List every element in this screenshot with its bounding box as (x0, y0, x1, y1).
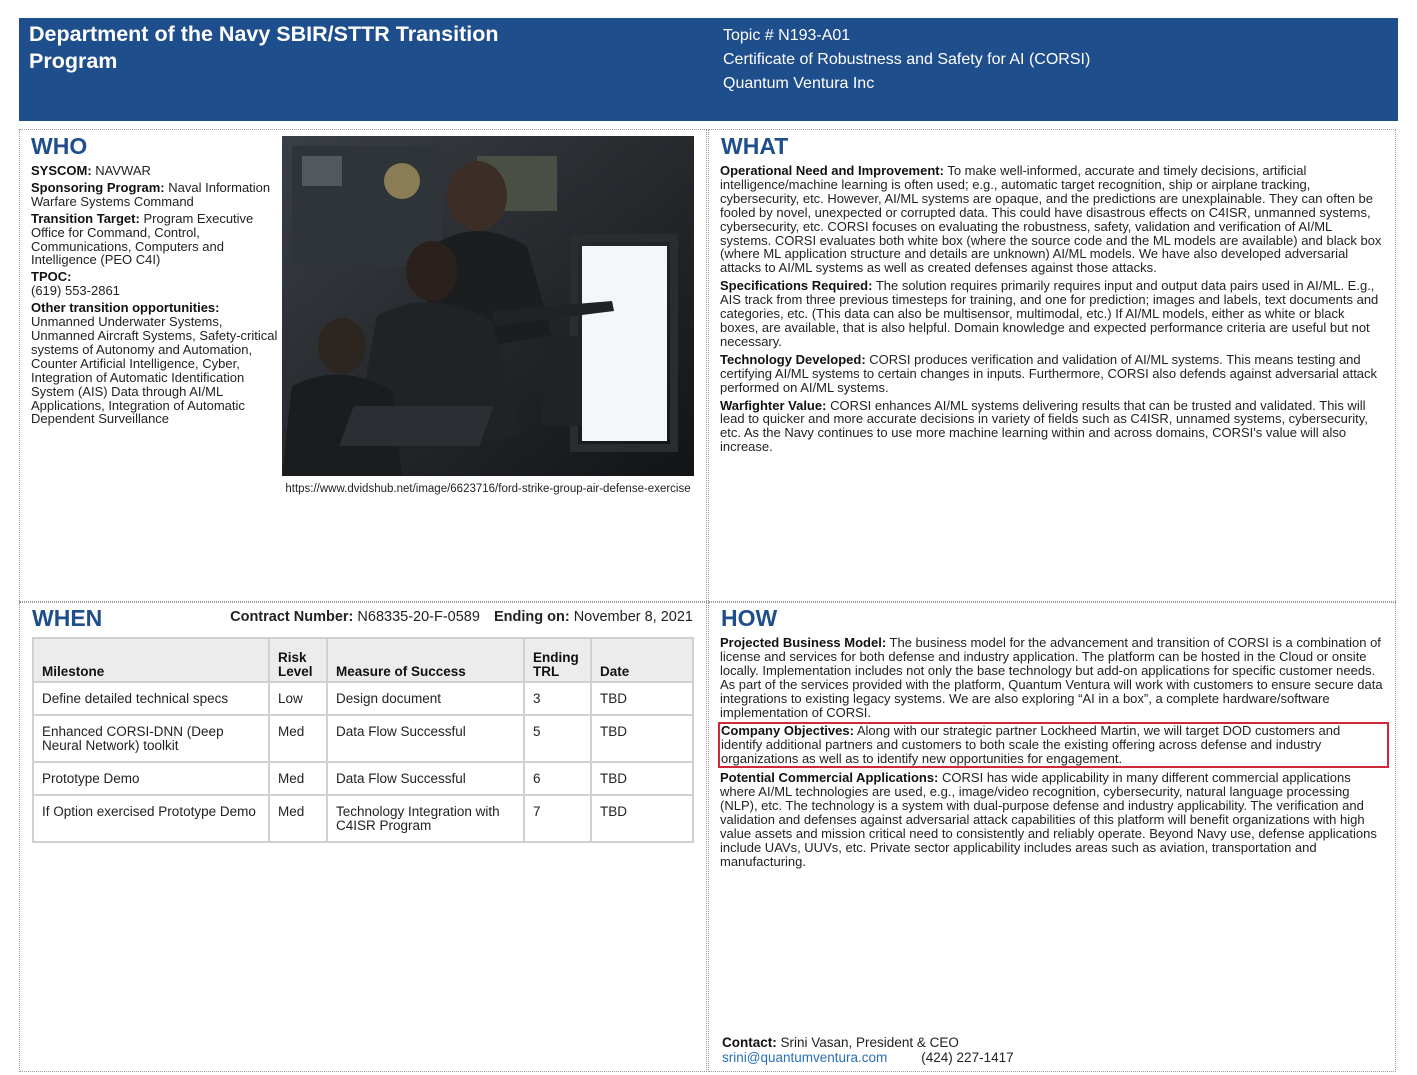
project-title: Certificate of Robustness and Safety for… (723, 51, 1091, 68)
what-title: WHAT (721, 133, 789, 159)
milestone-cell: If Option exercised Prototype Demo (32, 794, 270, 843)
warfighter-label: Warfighter Value: (720, 397, 827, 413)
when-section: WHEN Contract Number: N68335-20-F-0589 E… (19, 601, 707, 1072)
trl-cell: 6 (523, 761, 592, 796)
measure-cell: Data Flow Successful (326, 761, 525, 796)
business-model-label: Projected Business Model: (720, 635, 887, 650)
operational-need-label: Operational Need and Improvement: (720, 163, 944, 178)
table-row: Enhanced CORSI-DNN (Deep Neural Network)… (32, 714, 694, 763)
syscom-row: SYSCOM: NAVWAR (31, 164, 281, 178)
operational-need-text: To make well-informed, accurate and time… (720, 163, 1382, 276)
when-title: WHEN (32, 605, 103, 631)
transition-row: Transition Target: Program Executive Off… (31, 210, 281, 268)
column-header: Milestone (32, 637, 270, 683)
date-cell: TBD (590, 794, 694, 843)
commercial-applications: Potential Commercial Applications: CORSI… (720, 771, 1384, 868)
business-model: Projected Business Model: The business m… (720, 636, 1384, 719)
contact-phone: (424) 227-1417 (921, 1050, 1014, 1065)
sailors-photo (282, 136, 694, 476)
contract-number: N68335-20-F-0589 (357, 609, 480, 625)
milestone-table: Milestone Risk Level Measure of Success … (32, 637, 694, 843)
column-header: Measure of Success (326, 637, 525, 683)
ending-date: November 8, 2021 (573, 609, 693, 625)
syscom-value: NAVWAR (95, 163, 151, 178)
who-details: SYSCOM: NAVWAR Sponsoring Program: Naval… (31, 164, 281, 429)
milestone-header-row: Milestone Risk Level Measure of Success … (32, 637, 694, 683)
topic-block: Topic # N193-A01 Certificate of Robustne… (723, 24, 1090, 96)
measure-cell: Design document (326, 681, 525, 716)
contact-label: Contact: (722, 1035, 777, 1050)
operational-need: Operational Need and Improvement: To mak… (720, 164, 1382, 275)
measure-cell: Data Flow Successful (326, 714, 525, 763)
company-name: Quantum Ventura Inc (723, 75, 875, 92)
contact-block: Contact: Srini Vasan, President & CEO sr… (722, 1035, 1014, 1065)
trl-cell: 5 (523, 714, 592, 763)
who-section: WHO SYSCOM: NAVWAR Sponsoring Program: N… (19, 129, 707, 603)
commercial-applications-label: Potential Commercial Applications: (720, 770, 939, 786)
other-opps-row: Other transition opportunities: Unmanned … (31, 301, 281, 426)
contact-email-link[interactable]: srini@quantumventura.com (722, 1050, 887, 1065)
other-opps-label: Other transition opportunities: (31, 300, 220, 316)
trl-cell: 3 (523, 681, 592, 716)
risk-cell: Med (268, 761, 328, 796)
specifications-label: Specifications Required: (720, 278, 873, 294)
transition-label: Transition Target: (31, 210, 140, 226)
what-section: WHAT Operational Need and Improvement: T… (708, 129, 1396, 603)
ending-label: Ending on: (493, 609, 570, 625)
what-details: Operational Need and Improvement: To mak… (720, 164, 1382, 458)
contract-label: Contract Number: (230, 609, 354, 625)
sponsoring-row: Sponsoring Program: Naval Information Wa… (31, 179, 281, 209)
header-banner: Department of the Navy SBIR/STTR Transit… (19, 18, 1398, 121)
tpoc-label: TPOC: (31, 269, 72, 285)
specifications-required: Specifications Required: The solution re… (720, 279, 1382, 349)
risk-cell: Low (268, 681, 328, 716)
sponsoring-label: Sponsoring Program: (31, 179, 165, 195)
syscom-label: SYSCOM: (31, 163, 92, 178)
column-header: Ending TRL (523, 637, 592, 683)
warfighter-value: Warfighter Value: CORSI enhances AI/ML s… (720, 397, 1382, 455)
table-row: If Option exercised Prototype Demo Med T… (32, 794, 694, 843)
risk-cell: Med (268, 714, 328, 763)
measure-cell: Technology Integration with C4ISR Progra… (326, 794, 525, 843)
company-objectives-label: Company Objectives: (721, 723, 854, 739)
contact-name: Srini Vasan, President & CEO (780, 1035, 959, 1050)
column-header: Date (590, 637, 694, 683)
other-opps-value: Unmanned Underwater Systems, Unmanned Ai… (31, 314, 278, 427)
date-cell: TBD (590, 681, 694, 716)
table-row: Prototype Demo Med Data Flow Successful … (32, 761, 694, 796)
date-cell: TBD (590, 714, 694, 763)
photo-caption: https://www.dvidshub.net/image/6623716/f… (285, 483, 691, 495)
tpoc-value: (619) 553-2861 (31, 283, 120, 299)
who-title: WHO (31, 133, 88, 159)
how-section: HOW Projected Business Model: The busine… (708, 601, 1396, 1072)
table-row: Define detailed technical specs Low Desi… (32, 681, 694, 716)
trl-cell: 7 (523, 794, 592, 843)
how-details: Projected Business Model: The business m… (718, 636, 1389, 872)
tpoc-row: TPOC: (619) 553-2861 (31, 270, 281, 298)
risk-cell: Med (268, 794, 328, 843)
contract-info: Contract Number: N68335-20-F-0589 Ending… (230, 609, 693, 625)
milestone-cell: Enhanced CORSI-DNN (Deep Neural Network)… (32, 714, 270, 763)
how-title: HOW (721, 605, 778, 631)
date-cell: TBD (590, 761, 694, 796)
commercial-applications-text: CORSI has wide applicability in many dif… (720, 770, 1377, 869)
company-objectives-highlight: Company Objectives: Along with our strat… (718, 722, 1389, 769)
column-header: Risk Level (268, 637, 328, 683)
topic-number: Topic # N193-A01 (723, 27, 851, 44)
milestone-cell: Define detailed technical specs (32, 681, 270, 716)
technology-label: Technology Developed: (720, 351, 866, 367)
technology-developed: Technology Developed: CORSI produces ver… (720, 351, 1382, 395)
program-title: Department of the Navy SBIR/STTR Transit… (29, 22, 499, 73)
milestone-cell: Prototype Demo (32, 761, 270, 796)
